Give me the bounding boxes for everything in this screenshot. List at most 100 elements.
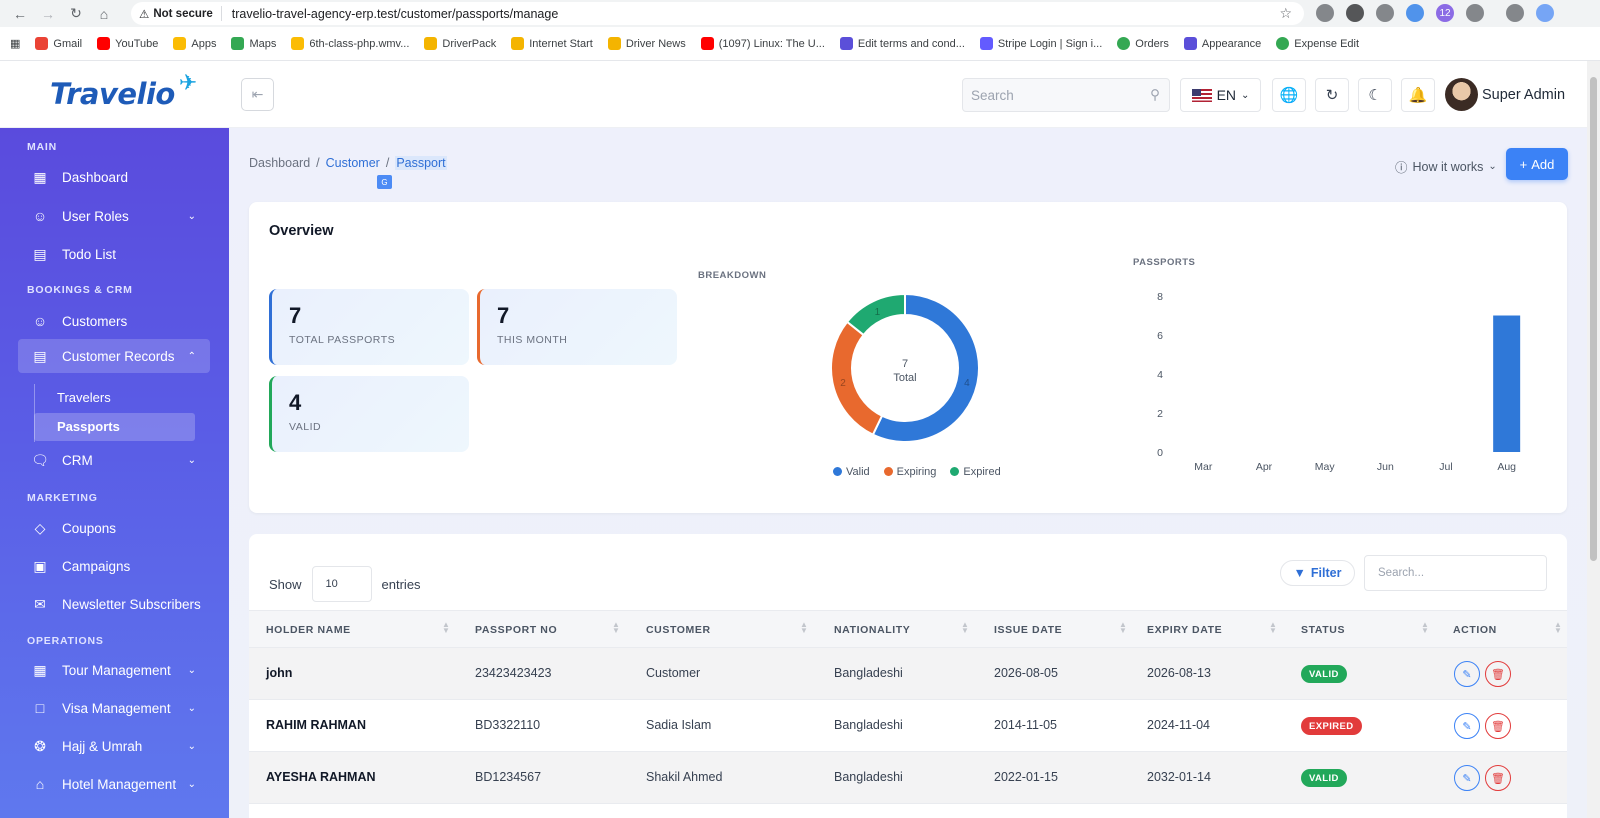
circle-extension-icon[interactable] (1406, 4, 1424, 22)
app-logo[interactable]: Travelio ✈ (50, 71, 197, 111)
bookmark-drive-file[interactable]: 6th-class-php.wmv... (291, 37, 409, 50)
camera-extension-icon[interactable] (1376, 4, 1394, 22)
language-selector[interactable]: EN ⌄ (1180, 78, 1261, 112)
sidebar-item-customers[interactable]: ☺ Customers (18, 305, 210, 337)
entries-select[interactable]: 10 (311, 566, 372, 602)
table-header: HOLDER NAME ▲ ▼ PASSPORT NO ▲ ▼ CUSTOMER ▲… (249, 610, 1567, 648)
bookmark-expense-edit[interactable]: Expense Edit (1276, 37, 1359, 50)
column-header-holder-name[interactable]: HOLDER NAME (266, 624, 351, 636)
translate-icon[interactable]: G (377, 175, 392, 189)
table-search-input[interactable]: Search... (1364, 555, 1547, 591)
edit-button[interactable]: ✎ (1454, 713, 1480, 739)
bar-aug[interactable] (1493, 315, 1521, 453)
legend-item-valid[interactable]: Valid (833, 466, 870, 478)
column-header-action: ACTION (1453, 624, 1497, 636)
bookmark-linux-video[interactable]: (1097) Linux: The U... (700, 37, 825, 50)
delete-button[interactable]: 🗑 (1485, 713, 1511, 739)
reload-icon[interactable]: ↻ (68, 5, 84, 22)
sort-icon[interactable]: ▲ ▼ (1269, 621, 1277, 635)
sidebar-item-campaigns[interactable]: ▣ Campaigns (18, 550, 210, 582)
bookmark-edit-terms[interactable]: Edit terms and cond... (839, 37, 965, 50)
column-header-issue-date[interactable]: ISSUE DATE (994, 624, 1062, 636)
delete-button[interactable]: 🗑 (1485, 661, 1511, 687)
stat-value: 7 (289, 303, 302, 328)
bookmark-driverpack[interactable]: DriverPack (424, 37, 496, 50)
sidebar-item-visa-management[interactable]: □ Visa Management ⌄ (18, 692, 210, 724)
refresh-button[interactable]: ↻ (1315, 78, 1349, 112)
address-bar[interactable]: ⚠ Not secure travelio-travel-agency-erp.… (131, 2, 1304, 25)
how-it-works-dropdown[interactable]: ⓘ How it works ⌄ (1395, 157, 1497, 176)
sort-icon[interactable]: ▲ ▼ (612, 621, 620, 635)
home-icon[interactable]: ⌂ (96, 6, 112, 22)
legend-item-expired[interactable]: Expired (950, 466, 1001, 478)
dark-mode-button[interactable]: ☾ (1358, 78, 1392, 112)
bookmark-maps[interactable]: Maps (231, 37, 276, 50)
sidebar-subitem-travelers[interactable]: Travelers (57, 390, 111, 405)
scrollbar-thumb[interactable] (1590, 77, 1597, 561)
bookmark-apps[interactable]: Apps (173, 37, 216, 50)
sort-icon[interactable]: ▲ ▼ (800, 621, 808, 635)
sidebar-item-newsletter[interactable]: ✉ Newsletter Subscribers (18, 588, 210, 620)
notifications-button[interactable]: 🔔 (1401, 78, 1435, 112)
bookmark-youtube[interactable]: YouTube (97, 37, 158, 50)
back-icon[interactable]: ← (12, 6, 28, 22)
sort-icon[interactable]: ▲ ▼ (961, 621, 969, 635)
sidebar-item-hotel-management[interactable]: ⌂ Hotel Management ⌄ (18, 768, 210, 800)
status-badge: EXPIRED (1301, 717, 1362, 735)
add-button[interactable]: + Add (1506, 148, 1568, 180)
avatar[interactable] (1445, 78, 1478, 111)
extension-icon[interactable] (1316, 4, 1334, 22)
puzzle-extensions-icon[interactable] (1466, 4, 1484, 22)
table-row[interactable]: RAHIM RAHMAN BD3322110 Sadia Islam Bangl… (249, 700, 1567, 752)
column-header-customer[interactable]: CUSTOMER (646, 624, 711, 636)
apps-grid-icon[interactable]: ▦ (10, 37, 20, 50)
sidebar-item-tour-management[interactable]: ▦ Tour Management ⌄ (18, 654, 210, 686)
sort-icon[interactable]: ▲ ▼ (1421, 621, 1429, 635)
bookmark-orders[interactable]: Orders (1117, 37, 1169, 50)
sidebar-item-coupons[interactable]: ◇ Coupons (18, 512, 210, 544)
edit-button[interactable]: ✎ (1454, 765, 1480, 791)
security-indicator[interactable]: ⚠ Not secure (131, 6, 222, 21)
sidebar-item-dashboard[interactable]: ▦ Dashboard (18, 161, 210, 193)
column-header-passport-no[interactable]: PASSPORT NO (475, 624, 557, 636)
donut-slice-expiring[interactable] (830, 320, 884, 437)
bookmark-driver-news[interactable]: Driver News (607, 37, 686, 50)
profile-avatar-icon[interactable] (1536, 4, 1554, 22)
sidebar-item-customer-records[interactable]: ▤ Customer Records ⌃ (18, 339, 210, 373)
sidebar-item-hajj-umrah[interactable]: ❂ Hajj & Umrah ⌄ (18, 730, 210, 762)
filter-button[interactable]: ▼ Filter (1280, 560, 1355, 586)
header-search-input[interactable]: Search ⚲ (962, 78, 1170, 112)
table-row[interactable]: AYESHA RAHMAN BD1234567 Shakil Ahmed Ban… (249, 752, 1567, 804)
sidebar-toggle-button[interactable]: ⇤ (241, 78, 274, 111)
forward-icon[interactable]: → (40, 6, 56, 22)
bookmark-star-icon[interactable]: ☆ (1279, 5, 1292, 22)
column-header-nationality[interactable]: NATIONALITY (834, 624, 910, 636)
bookmark-appearance[interactable]: Appearance (1183, 37, 1261, 50)
globe-button[interactable]: 🌐 (1272, 78, 1306, 112)
column-header-expiry-date[interactable]: EXPIRY DATE (1147, 624, 1222, 636)
column-header-status[interactable]: STATUS (1301, 624, 1345, 636)
pen-extension-icon[interactable] (1346, 4, 1364, 22)
sidebar-item-crm[interactable]: 🗨 CRM ⌄ (18, 444, 210, 476)
sidebar-item-user-roles[interactable]: ☺ User Roles ⌄ (18, 200, 210, 232)
legend-item-expiring[interactable]: Expiring (883, 466, 936, 478)
sort-icon[interactable]: ▲ ▼ (1554, 621, 1562, 635)
bookmark-gmail[interactable]: Gmail (35, 37, 82, 50)
sidebar-item-todo-list[interactable]: ▤ Todo List (18, 238, 210, 270)
download-icon[interactable] (1506, 4, 1524, 22)
sidebar-subitem-passports[interactable]: Passports (57, 419, 120, 434)
bookmark-stripe[interactable]: Stripe Login | Sign i... (979, 37, 1102, 50)
table-row[interactable]: john 23423423423 Customer Bangladeshi 20… (249, 648, 1567, 700)
edit-button[interactable]: ✎ (1454, 661, 1480, 687)
cell-issue-date: 2022-01-15 (994, 770, 1058, 784)
sort-icon[interactable]: ▲ ▼ (1119, 621, 1127, 635)
breadcrumb-customer[interactable]: Customer (326, 156, 380, 170)
badge-extension-icon[interactable]: 12 (1436, 4, 1454, 22)
legend-dot (833, 467, 842, 476)
delete-button[interactable]: 🗑 (1485, 765, 1511, 791)
breadcrumb-dashboard[interactable]: Dashboard (249, 156, 310, 170)
bookmark-internet-start[interactable]: Internet Start (511, 37, 593, 50)
page-scrollbar[interactable] (1587, 61, 1600, 818)
user-name[interactable]: Super Admin (1482, 87, 1565, 103)
sort-icon[interactable]: ▲ ▼ (442, 621, 450, 635)
